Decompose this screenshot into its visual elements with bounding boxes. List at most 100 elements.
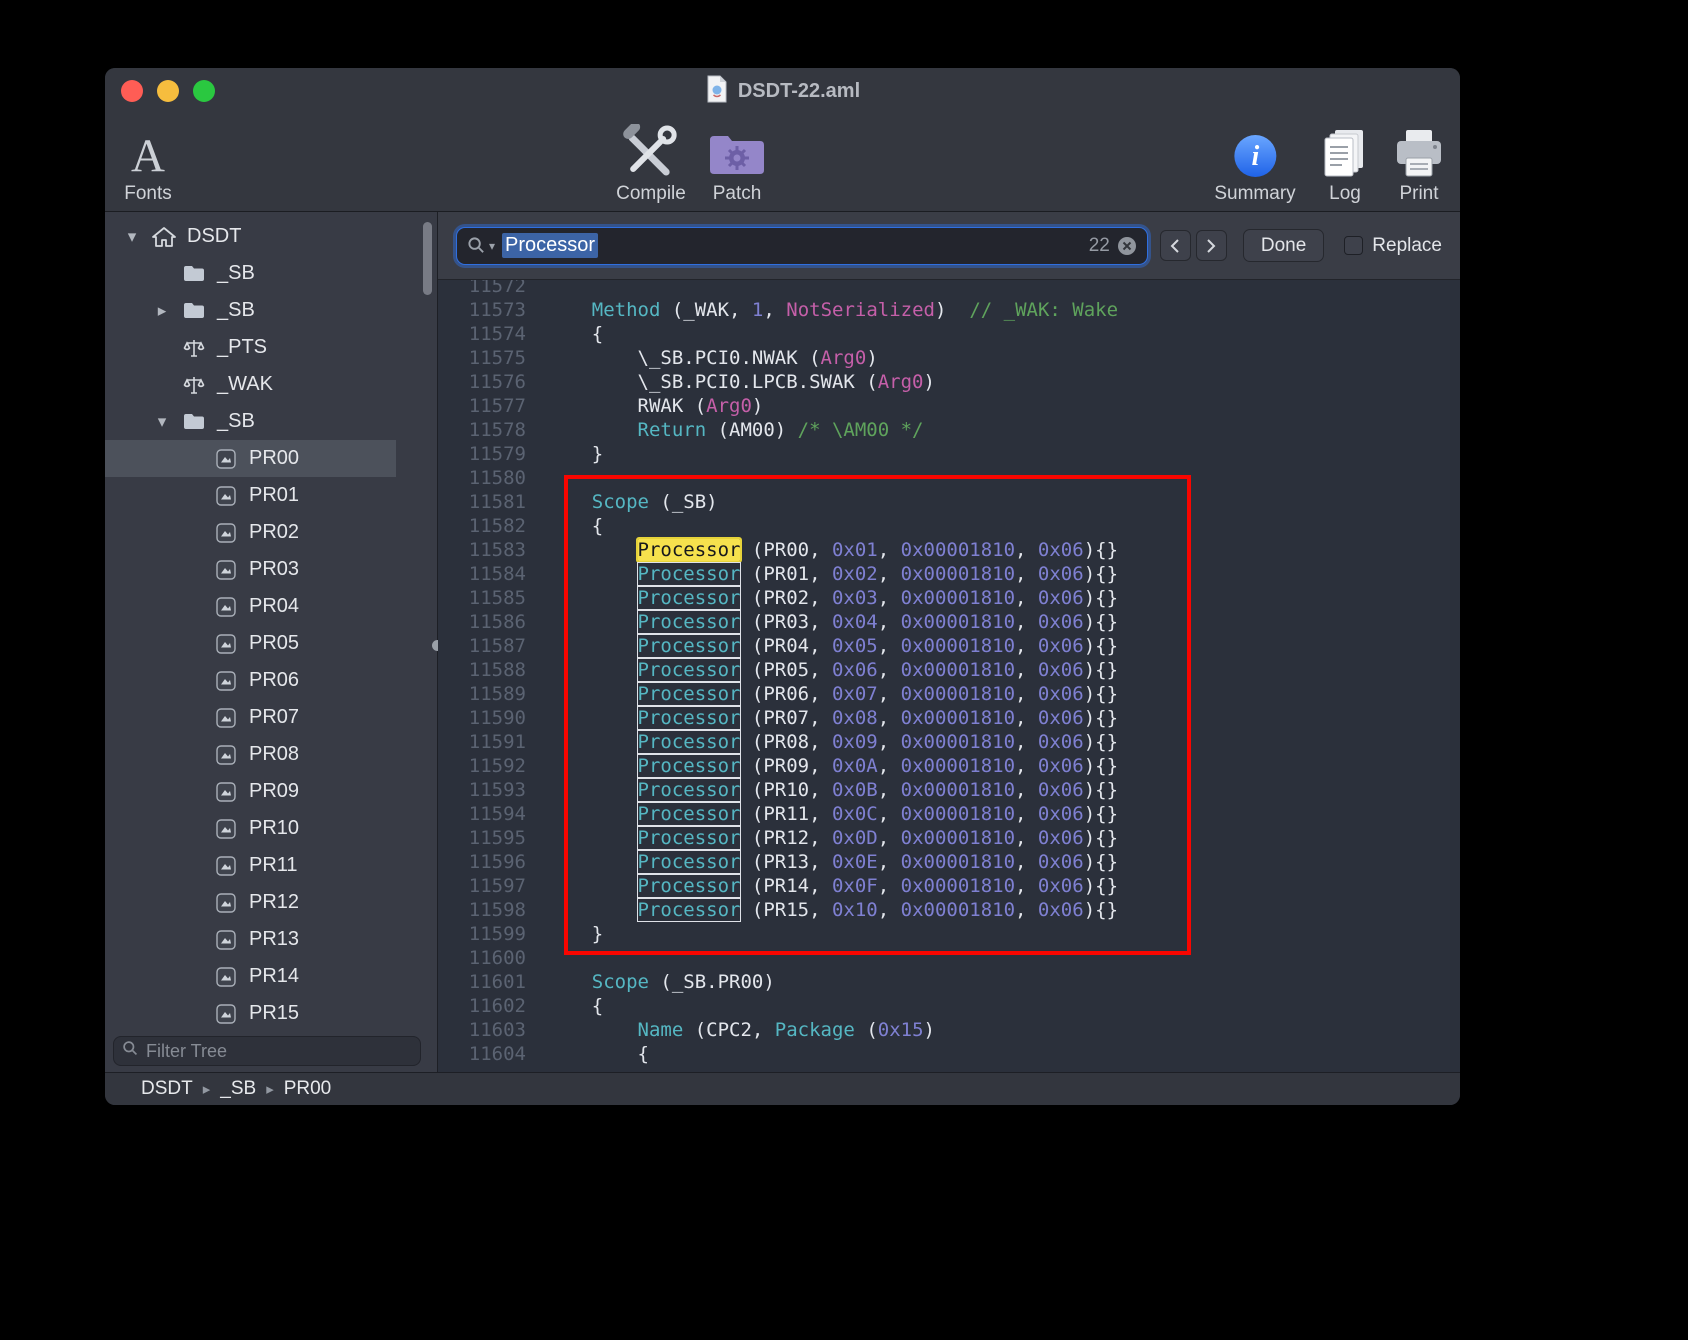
search-menu-icon[interactable]: ▾ bbox=[467, 236, 495, 255]
find-next-button[interactable] bbox=[1196, 230, 1227, 261]
filter-input[interactable] bbox=[146, 1041, 412, 1062]
code-line: 11581 Scope (_SB) bbox=[438, 490, 1460, 514]
code-line: 11577 RWAK (Arg0) bbox=[438, 394, 1460, 418]
chevron-down-icon: ▾ bbox=[489, 239, 495, 253]
code-line: 11573 Method (_WAK, 1, NotSerialized) //… bbox=[438, 298, 1460, 322]
line-number: 11575 bbox=[438, 346, 526, 370]
sidebar-item-pr07[interactable]: PR07 bbox=[105, 699, 396, 736]
sidebar-item-pr13[interactable]: PR13 bbox=[105, 921, 396, 958]
sidebar-item-pr01[interactable]: PR01 bbox=[105, 477, 396, 514]
code-line: 11598 Processor (PR15, 0x10, 0x00001810,… bbox=[438, 898, 1460, 922]
sidebar-item-_pts[interactable]: _PTS bbox=[105, 329, 396, 366]
line-number: 11601 bbox=[438, 970, 526, 994]
house-icon bbox=[151, 224, 177, 250]
sidebar-item-pr03[interactable]: PR03 bbox=[105, 551, 396, 588]
search-match: Processor bbox=[638, 899, 741, 921]
breadcrumb-item[interactable]: PR00 bbox=[284, 1078, 332, 1099]
code-line: 11572 bbox=[438, 280, 1460, 298]
pr-icon bbox=[213, 1001, 239, 1027]
tree-item-label: DSDT bbox=[187, 225, 241, 248]
tree-item-label: PR04 bbox=[249, 595, 299, 618]
code-line: 11575 \_SB.PCI0.NWAK (Arg0) bbox=[438, 346, 1460, 370]
filter-field[interactable] bbox=[113, 1036, 421, 1066]
patch-button[interactable]: Patch bbox=[706, 116, 768, 205]
search-match-current: Processor bbox=[638, 539, 741, 561]
code-line: 11579 } bbox=[438, 442, 1460, 466]
summary-label: Summary bbox=[1214, 183, 1295, 205]
sidebar-item-_wak[interactable]: _WAK bbox=[105, 366, 396, 403]
sidebar-item-pr15[interactable]: PR15 bbox=[105, 995, 396, 1032]
find-field[interactable]: ▾ Processor 22 bbox=[456, 227, 1148, 265]
minimize-button[interactable] bbox=[157, 80, 179, 102]
clear-search-icon[interactable] bbox=[1117, 236, 1137, 256]
sidebar-item-pr06[interactable]: PR06 bbox=[105, 662, 396, 699]
sidebar-item-pr14[interactable]: PR14 bbox=[105, 958, 396, 995]
sidebar-item-pr00[interactable]: PR00 bbox=[105, 440, 396, 477]
sidebar-item-pr08[interactable]: PR08 bbox=[105, 736, 396, 773]
toolbar: A Fonts Compile bbox=[105, 114, 1460, 212]
pr-icon bbox=[213, 483, 239, 509]
close-button[interactable] bbox=[121, 80, 143, 102]
compile-button[interactable]: Compile bbox=[616, 116, 686, 205]
code-editor[interactable]: 1157211573 Method (_WAK, 1, NotSerialize… bbox=[438, 280, 1460, 1072]
pr-icon bbox=[213, 446, 239, 472]
tree-item-label: PR01 bbox=[249, 484, 299, 507]
disclosure-right-icon[interactable]: ▸ bbox=[143, 301, 181, 321]
code-line: 11586 Processor (PR03, 0x04, 0x00001810,… bbox=[438, 610, 1460, 634]
folder-icon bbox=[181, 261, 207, 287]
tree-item-label: PR08 bbox=[249, 743, 299, 766]
code-line: 11595 Processor (PR12, 0x0D, 0x00001810,… bbox=[438, 826, 1460, 850]
titlebar[interactable]: DSDT-22.aml bbox=[105, 68, 1460, 114]
sidebar-item-pr11[interactable]: PR11 bbox=[105, 847, 396, 884]
print-label: Print bbox=[1392, 183, 1446, 205]
line-number: 11583 bbox=[438, 538, 526, 562]
sidebar-item-_sb[interactable]: _SB bbox=[105, 255, 396, 292]
method-icon bbox=[181, 372, 207, 398]
disclosure-down-icon[interactable]: ▾ bbox=[143, 412, 181, 432]
code-line: 11585 Processor (PR02, 0x03, 0x00001810,… bbox=[438, 586, 1460, 610]
sidebar-item-_sb[interactable]: ▸_SB bbox=[105, 292, 396, 329]
disclosure-down-icon[interactable]: ▾ bbox=[113, 227, 151, 247]
code-line: 11592 Processor (PR09, 0x0A, 0x00001810,… bbox=[438, 754, 1460, 778]
breadcrumb-item[interactable]: DSDT bbox=[141, 1078, 193, 1099]
sidebar-item-pr10[interactable]: PR10 bbox=[105, 810, 396, 847]
search-match: Processor bbox=[638, 755, 741, 777]
tree-item-label: _SB bbox=[217, 410, 255, 433]
tree-item-label: PR00 bbox=[249, 447, 299, 470]
sidebar-item-_sb[interactable]: ▾ _SB bbox=[105, 403, 396, 440]
tree-item-label: PR02 bbox=[249, 521, 299, 544]
log-button[interactable]: Log bbox=[1319, 116, 1371, 205]
code-line: 11597 Processor (PR14, 0x0F, 0x00001810,… bbox=[438, 874, 1460, 898]
done-button[interactable]: Done bbox=[1243, 229, 1324, 262]
find-previous-button[interactable] bbox=[1160, 230, 1191, 261]
summary-button[interactable]: i Summary bbox=[1214, 116, 1295, 205]
sidebar-item-pr04[interactable]: PR04 bbox=[105, 588, 396, 625]
replace-checkbox[interactable] bbox=[1344, 236, 1363, 255]
patch-icon bbox=[706, 116, 768, 180]
code-line: 11600 bbox=[438, 946, 1460, 970]
sidebar-scrollbar[interactable] bbox=[423, 222, 432, 295]
replace-toggle[interactable]: Replace bbox=[1344, 235, 1442, 257]
line-number: 11588 bbox=[438, 658, 526, 682]
tree-item-label: _SB bbox=[217, 262, 255, 285]
fonts-icon: A bbox=[131, 133, 165, 180]
log-label: Log bbox=[1319, 183, 1371, 205]
sidebar-item-pr05[interactable]: PR05 bbox=[105, 625, 396, 662]
fonts-button[interactable]: A Fonts bbox=[124, 116, 172, 205]
find-query[interactable]: Processor bbox=[502, 233, 598, 258]
line-number: 11574 bbox=[438, 322, 526, 346]
sidebar-item-pr12[interactable]: PR12 bbox=[105, 884, 396, 921]
sidebar-item-pr02[interactable]: PR02 bbox=[105, 514, 396, 551]
summary-icon: i bbox=[1214, 116, 1295, 180]
pr-icon bbox=[213, 853, 239, 879]
zoom-button[interactable] bbox=[193, 80, 215, 102]
patch-label: Patch bbox=[706, 183, 768, 205]
line-number: 11582 bbox=[438, 514, 526, 538]
print-button[interactable]: Print bbox=[1392, 116, 1446, 205]
search-match: Processor bbox=[638, 827, 741, 849]
line-number: 11587 bbox=[438, 634, 526, 658]
breadcrumb-item[interactable]: _SB bbox=[220, 1078, 256, 1099]
sidebar-item-pr09[interactable]: PR09 bbox=[105, 773, 396, 810]
pr-icon bbox=[213, 927, 239, 953]
sidebar-item-dsdt[interactable]: ▾ DSDT bbox=[105, 218, 396, 255]
